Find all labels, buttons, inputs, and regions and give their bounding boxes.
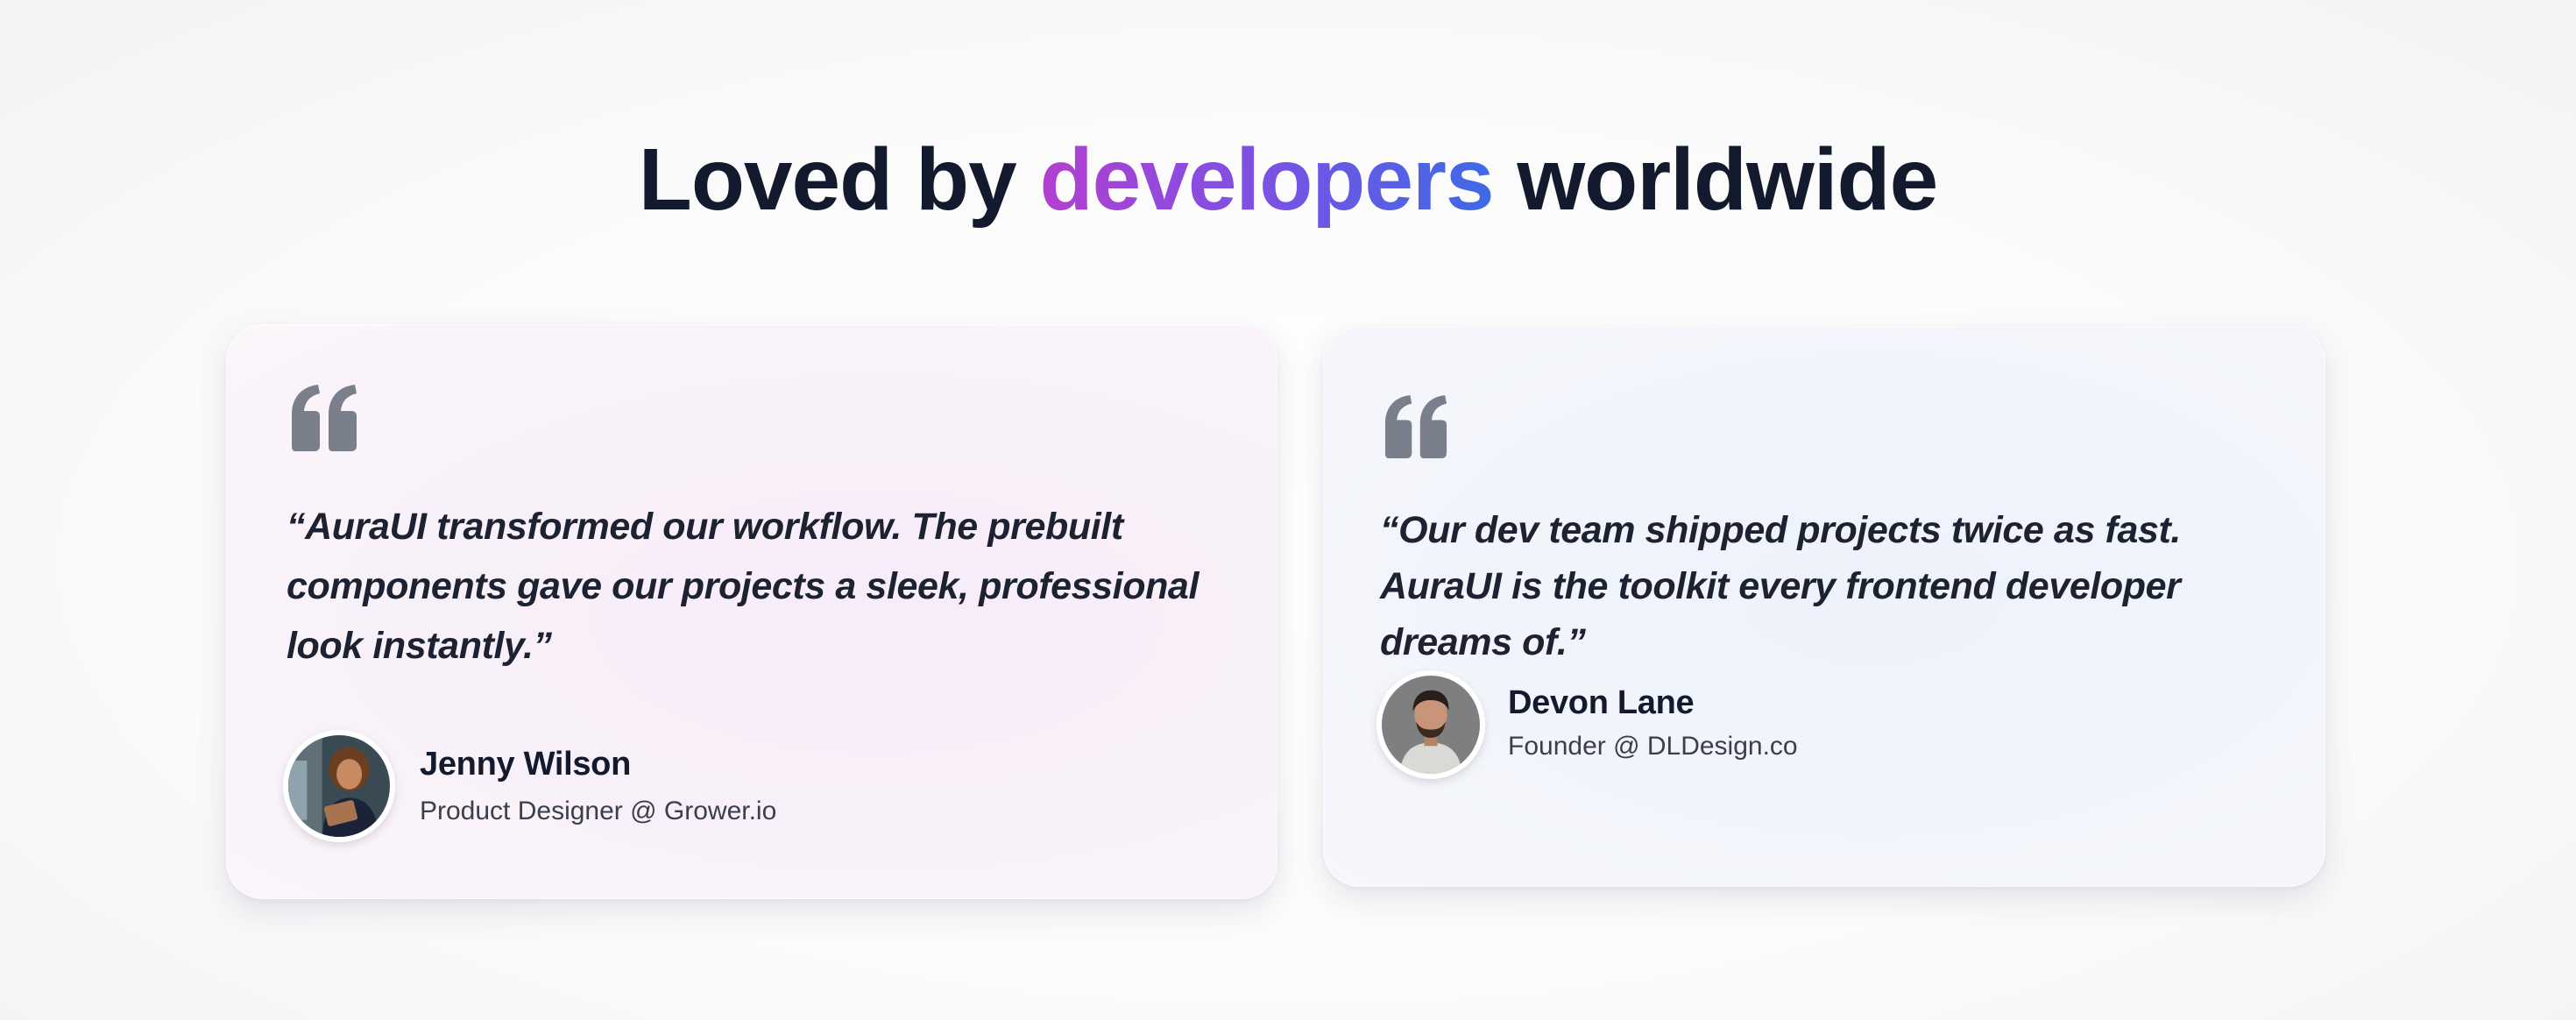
avatar-photo-woman-with-tablet bbox=[288, 735, 390, 837]
quote-icon bbox=[292, 385, 357, 451]
person-role: Product Designer @ Grower.io bbox=[420, 797, 777, 825]
testimonial-quote: “AuraUI transformed our workflow. The pr… bbox=[287, 506, 1199, 667]
person-name: Jenny Wilson bbox=[420, 746, 631, 783]
heading-accent: developers bbox=[1039, 131, 1495, 229]
quote-icon bbox=[1384, 395, 1447, 458]
avatar-photo-bearded-man bbox=[1382, 676, 1480, 774]
testimonial-quote: “Our dev team shipped projects twice as … bbox=[1380, 509, 2181, 663]
avatar bbox=[283, 730, 395, 842]
heading-start: Loved by bbox=[638, 131, 1017, 229]
heading-end: worldwide bbox=[1517, 131, 1938, 229]
person-name: Devon Lane bbox=[1508, 684, 1695, 721]
avatar bbox=[1376, 670, 1485, 779]
person-role: Founder @ DLDesign.co bbox=[1508, 732, 1798, 761]
testimonial-card: “AuraUI transformed our workflow. The pr… bbox=[226, 324, 1277, 899]
testimonial-card: “Our dev team shipped projects twice as … bbox=[1323, 326, 2325, 887]
section-heading: Loved by developers worldwide bbox=[0, 123, 2576, 237]
